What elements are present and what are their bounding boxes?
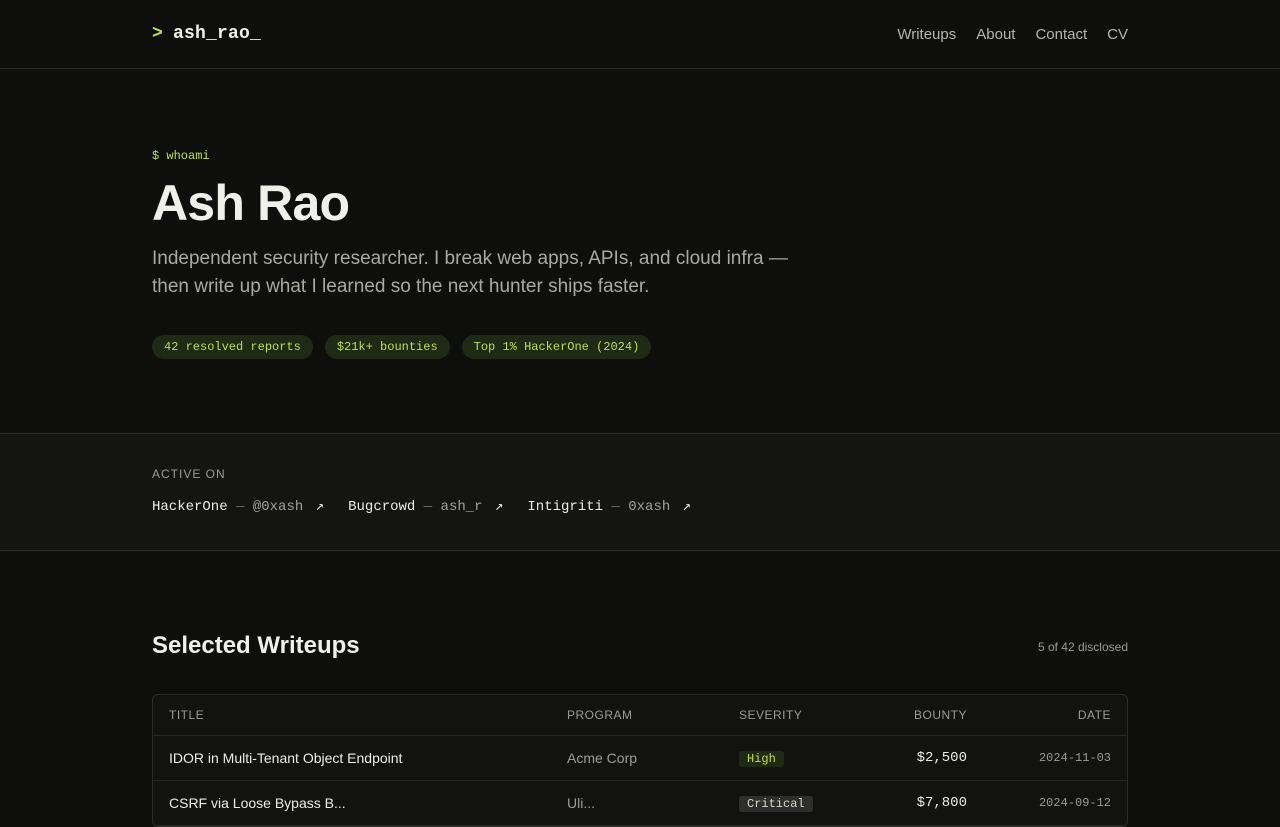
writeups-section: Selected Writeups 5 of 42 disclosed TITL… (0, 551, 1280, 827)
platform-list: HackerOne — @0xash ↗ Bugcrowd — ash_r ↗ … (152, 498, 1128, 515)
platform-separator: — (236, 499, 245, 515)
writeups-table: TITLE PROGRAM SEVERITY BOUNTY DATE IDOR … (152, 694, 1128, 827)
stat-pill-rank: Top 1% HackerOne (2024) (461, 335, 652, 359)
severity-badge: Critical (739, 796, 813, 812)
platform-separator: — (611, 499, 620, 515)
platform-name: HackerOne (152, 499, 228, 515)
column-header-title[interactable]: TITLE (169, 708, 567, 722)
platform-link-hackerone[interactable]: HackerOne — @0xash ↗ (152, 498, 324, 515)
writeup-severity-cell: Critical (739, 794, 867, 812)
writeup-bounty: $7,800 (916, 795, 967, 811)
writeup-bounty: $2,500 (916, 750, 967, 766)
site-header: > ash_rao_ Writeups About Contact CV (0, 0, 1280, 69)
nav-cv[interactable]: CV (1107, 26, 1128, 43)
platform-handle: @0xash (252, 499, 304, 515)
writeup-date: 2024-09-12 (1038, 796, 1111, 810)
writeups-count: 5 of 42 disclosed (1037, 640, 1128, 654)
table-row[interactable]: IDOR in Multi-Tenant Object Endpoint Acm… (153, 736, 1127, 781)
active-on-section: ACTIVE ON HackerOne — @0xash ↗ Bugcrowd … (0, 434, 1280, 551)
external-link-icon: ↗ (494, 499, 504, 515)
nav-about[interactable]: About (976, 26, 1015, 43)
table-row[interactable]: CSRF via Loose Bypass B... Uli... Critic… (153, 781, 1127, 826)
platform-name: Bugcrowd (348, 499, 416, 515)
platform-link-bugcrowd[interactable]: Bugcrowd — ash_r ↗ (348, 498, 503, 515)
hero-name: Ash Rao (152, 175, 350, 231)
stat-pill-reports: 42 resolved reports (152, 335, 313, 359)
writeup-program: Uli... (567, 795, 595, 811)
prompt-glyph: > (152, 24, 164, 44)
severity-badge: High (739, 751, 784, 767)
platform-name: Intigriti (527, 499, 604, 515)
whoami-command: $ whoami (152, 149, 210, 163)
external-link-icon: ↗ (682, 499, 692, 515)
column-header-bounty[interactable]: BOUNTY (867, 708, 967, 722)
writeup-date: 2024-11-03 (1038, 751, 1111, 765)
column-header-program[interactable]: PROGRAM (567, 708, 739, 722)
hero-bio: Independent security researcher. I break… (152, 248, 788, 297)
writeup-title[interactable]: IDOR in Multi-Tenant Object Endpoint (169, 750, 567, 766)
writeup-program: Acme Corp (567, 750, 638, 766)
logo-text: ash_rao_ (173, 24, 262, 44)
stat-pill-bounties: $21k+ bounties (324, 335, 450, 359)
nav-writeups[interactable]: Writeups (897, 26, 956, 43)
writeups-header: Selected Writeups 5 of 42 disclosed (152, 632, 1128, 660)
nav-contact[interactable]: Contact (1035, 26, 1087, 43)
column-header-severity[interactable]: SEVERITY (739, 708, 867, 722)
writeup-title[interactable]: CSRF via Loose Bypass B... (169, 795, 567, 811)
stat-pills: 42 resolved reports $21k+ bounties Top 1… (152, 335, 1128, 359)
hero-section: $ whoami Ash Rao Independent security re… (0, 69, 1280, 434)
site-logo[interactable]: > ash_rao_ (152, 24, 261, 44)
platform-handle: 0xash (628, 499, 671, 515)
main-nav: Writeups About Contact CV (897, 26, 1128, 43)
column-header-date[interactable]: DATE (967, 708, 1111, 722)
external-link-icon: ↗ (315, 499, 325, 515)
platform-separator: — (423, 499, 433, 515)
writeup-severity-cell: High (739, 749, 867, 767)
writeups-title: Selected Writeups (152, 632, 360, 659)
table-header-row: TITLE PROGRAM SEVERITY BOUNTY DATE (153, 695, 1127, 736)
platform-handle: ash_r (440, 499, 483, 515)
platform-link-intigriti[interactable]: Intigriti — 0xash ↗ (527, 498, 691, 515)
active-on-label: ACTIVE ON (152, 467, 226, 481)
